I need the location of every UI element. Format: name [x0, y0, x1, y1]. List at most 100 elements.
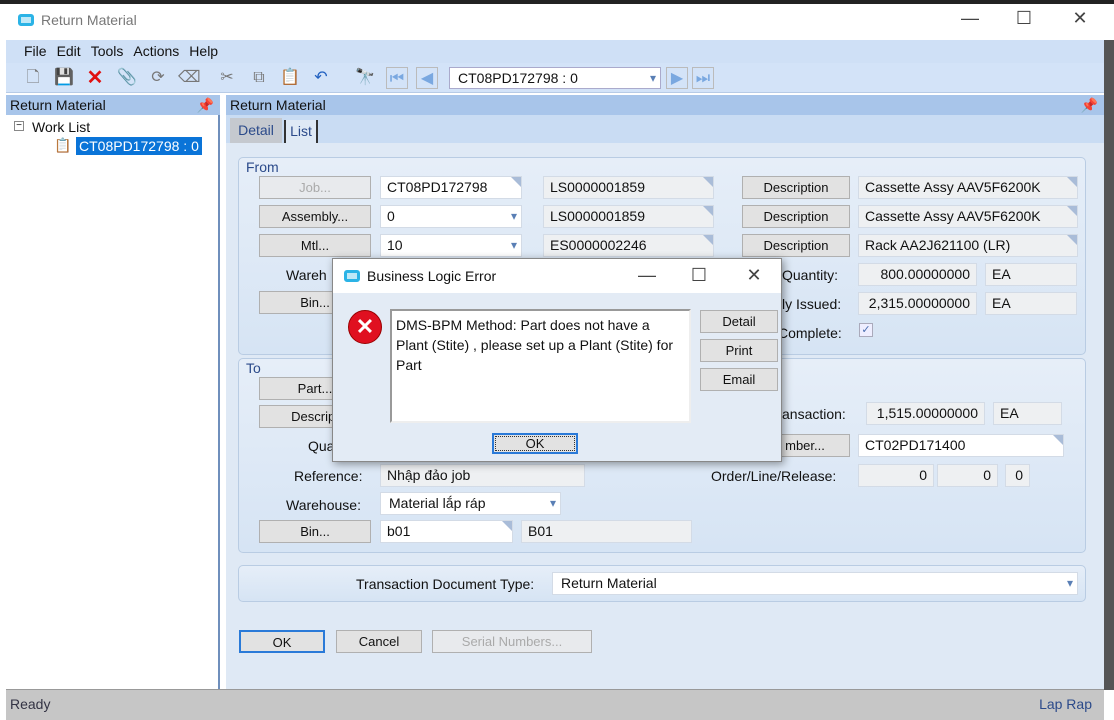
- cancel-button[interactable]: Cancel: [336, 630, 422, 653]
- cut-icon[interactable]: ✂: [216, 67, 238, 89]
- to-bin-field[interactable]: b01: [380, 520, 513, 543]
- status-company: Lap Rap: [1039, 696, 1092, 712]
- menu-bar: File Edit Tools Actions Help: [6, 40, 1104, 63]
- record-selector[interactable]: CT08PD172798 : 0: [449, 67, 661, 89]
- dialog-email-button[interactable]: Email: [700, 368, 778, 391]
- to-bin-button[interactable]: Bin...: [259, 520, 371, 543]
- work-list-tree: − Work List 📋 CT08PD172798 : 0: [6, 115, 220, 689]
- issued-uom: EA: [985, 292, 1077, 315]
- quantity-label: Quantity:: [782, 267, 839, 283]
- transaction-uom: EA: [993, 402, 1062, 425]
- attach-icon[interactable]: 📎: [116, 67, 138, 89]
- complete-label: Complete:: [778, 325, 842, 341]
- right-panel-header: Return Material 📌: [226, 95, 1104, 115]
- complete-checkbox[interactable]: ✓: [859, 323, 873, 337]
- dialog-print-button[interactable]: Print: [700, 339, 778, 362]
- reference-field[interactable]: Nhập đảo job: [380, 464, 585, 487]
- to-label: To: [246, 360, 261, 376]
- assembly-button[interactable]: Assembly...: [259, 205, 371, 228]
- tab-strip: Detail List: [226, 115, 1104, 143]
- close-button[interactable]: ✕: [1060, 8, 1100, 29]
- job-description-field: Cassette Assy AAV5F6200K: [858, 176, 1078, 199]
- collapse-icon[interactable]: −: [14, 121, 24, 131]
- tab-detail[interactable]: Detail: [230, 118, 282, 143]
- window-edge: [1104, 40, 1114, 690]
- mtl-combo[interactable]: 10: [380, 234, 522, 257]
- reference-label: Reference:: [294, 468, 363, 484]
- assembly-combo[interactable]: 0: [380, 205, 522, 228]
- new-icon[interactable]: 🗋: [22, 67, 44, 89]
- job-field[interactable]: CT08PD172798: [380, 176, 522, 199]
- dialog-ok-button[interactable]: OK: [492, 433, 578, 454]
- clear-icon[interactable]: ⌫: [178, 67, 201, 89]
- to-quantity-label: Qua: [308, 438, 335, 454]
- status-bar: Ready Lap Rap: [6, 689, 1104, 720]
- copy-icon[interactable]: ⧉: [248, 67, 270, 89]
- status-text: Ready: [10, 696, 51, 712]
- to-warehouse-label: Warehouse:: [286, 497, 361, 513]
- to-warehouse-combo[interactable]: Material lắp ráp: [380, 492, 561, 515]
- dialog-title: Business Logic Error: [367, 268, 497, 284]
- dialog-maximize-button[interactable]: ☐: [679, 265, 719, 286]
- ok-button[interactable]: OK: [239, 630, 325, 653]
- quantity-field: 800.00000000: [858, 263, 977, 286]
- doc-type-label: Transaction Document Type:: [356, 576, 535, 592]
- menu-help[interactable]: Help: [189, 43, 218, 59]
- doc-type-combo[interactable]: Return Material: [552, 572, 1078, 595]
- toolbar: 🗋 💾 ✕ 📎 ⟳ ⌫ ✂ ⧉ 📋 ↶ 🔭 ⏮ ◀ CT08PD172798 :…: [6, 63, 1104, 93]
- job-button[interactable]: Job...: [259, 176, 371, 199]
- title-bar: Return Material — ☐ ✕: [0, 0, 1114, 39]
- job-number-field[interactable]: CT02PD171400: [858, 434, 1064, 457]
- assembly-description-field: Cassette Assy AAV5F6200K: [858, 205, 1078, 228]
- issued-field: 2,315.00000000: [858, 292, 977, 315]
- job-description-button[interactable]: Description: [742, 176, 850, 199]
- olr-label: Order/Line/Release:: [711, 468, 837, 484]
- minimize-button[interactable]: —: [950, 8, 990, 29]
- dialog-app-icon: [344, 270, 360, 282]
- pin-icon[interactable]: 📌: [1081, 95, 1098, 115]
- mtl-description-button[interactable]: Description: [742, 234, 850, 257]
- save-icon[interactable]: 💾: [53, 67, 75, 89]
- error-icon: ✕: [348, 310, 382, 344]
- dialog-minimize-button[interactable]: —: [627, 265, 667, 286]
- quantity-uom: EA: [985, 263, 1077, 286]
- search-icon[interactable]: 🔭: [354, 67, 376, 89]
- menu-file[interactable]: File: [24, 43, 47, 59]
- prev-record-icon[interactable]: ◀: [416, 67, 438, 89]
- assembly-description-button[interactable]: Description: [742, 205, 850, 228]
- transaction-label: ansaction:: [782, 406, 846, 422]
- dialog-detail-button[interactable]: Detail: [700, 310, 778, 333]
- error-dialog: Business Logic Error — ☐ ✕ ✕ DMS-BPM Met…: [332, 258, 782, 462]
- tree-item[interactable]: CT08PD172798 : 0: [76, 137, 202, 155]
- tab-list[interactable]: List: [284, 120, 318, 143]
- maximize-button[interactable]: ☐: [1004, 8, 1044, 29]
- tree-root[interactable]: Work List: [32, 119, 90, 135]
- to-bin-description: B01: [521, 520, 692, 543]
- job-part-field: LS0000001859: [543, 176, 714, 199]
- menu-edit[interactable]: Edit: [57, 43, 81, 59]
- window-title: Return Material: [41, 12, 137, 28]
- pin-icon[interactable]: 📌: [197, 95, 214, 115]
- clipboard-icon: 📋: [54, 137, 72, 153]
- last-record-icon[interactable]: ⏭: [692, 67, 714, 89]
- menu-actions[interactable]: Actions: [133, 43, 179, 59]
- issued-label: ly Issued:: [782, 296, 842, 312]
- from-warehouse-label: Wareh: [286, 267, 327, 283]
- undo-icon[interactable]: ↶: [310, 67, 332, 89]
- line-field: 0: [937, 464, 998, 487]
- delete-icon[interactable]: ✕: [84, 67, 106, 89]
- mtl-button[interactable]: Mtl...: [259, 234, 371, 257]
- menu-tools[interactable]: Tools: [91, 43, 124, 59]
- order-field: 0: [858, 464, 934, 487]
- dialog-title-bar: Business Logic Error — ☐ ✕: [333, 259, 781, 293]
- error-message: DMS-BPM Method: Part does not have a Pla…: [390, 309, 691, 423]
- mtl-description-field: Rack AA2J621100 (LR): [858, 234, 1078, 257]
- first-record-icon[interactable]: ⏮: [386, 67, 408, 89]
- release-field: 0: [1005, 464, 1030, 487]
- dialog-close-button[interactable]: ✕: [734, 265, 774, 286]
- refresh-icon[interactable]: ⟳: [147, 67, 169, 89]
- next-record-icon[interactable]: ▶: [666, 67, 688, 89]
- serial-numbers-button[interactable]: Serial Numbers...: [432, 630, 592, 653]
- left-panel-header: Return Material 📌: [6, 95, 220, 115]
- paste-icon[interactable]: 📋: [279, 67, 301, 89]
